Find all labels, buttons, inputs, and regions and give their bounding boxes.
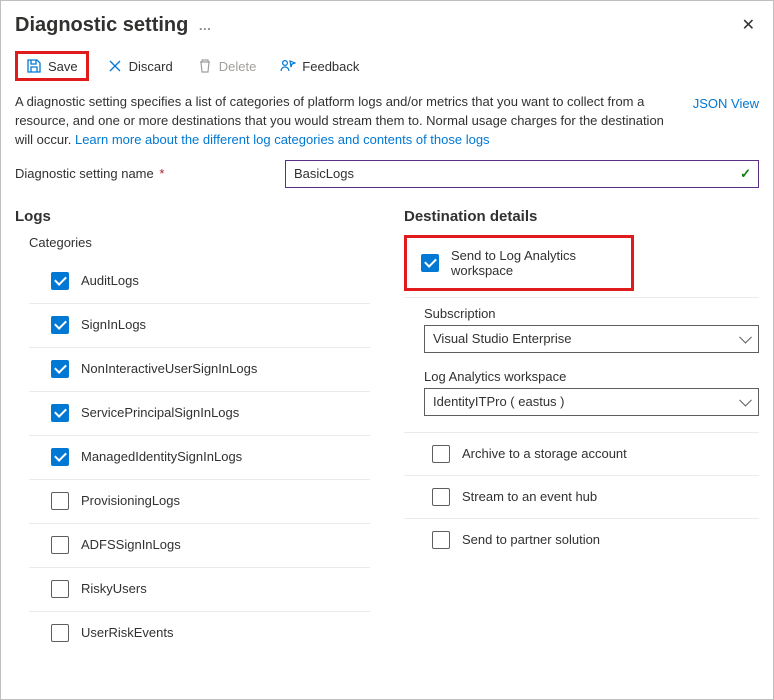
category-managedidentity[interactable]: ManagedIdentitySignInLogs — [29, 436, 370, 480]
checkbox-noninteractive[interactable] — [51, 360, 69, 378]
stream-eventhub-row[interactable]: Stream to an event hub — [404, 475, 759, 519]
json-view-link[interactable]: JSON View — [693, 95, 759, 114]
save-label: Save — [48, 59, 78, 74]
subscription-label: Subscription — [424, 306, 759, 321]
category-label: AuditLogs — [81, 273, 139, 288]
category-auditlogs[interactable]: AuditLogs — [29, 260, 370, 304]
checkbox-auditlogs[interactable] — [51, 272, 69, 290]
setting-name-label: Diagnostic setting name * — [15, 166, 275, 181]
checkbox-provisioninglogs[interactable] — [51, 492, 69, 510]
category-adfssigninlogs[interactable]: ADFSSignInLogs — [29, 524, 370, 568]
save-icon — [26, 58, 42, 74]
category-userriskevents[interactable]: UserRiskEvents — [29, 612, 370, 655]
category-signinlogs[interactable]: SignInLogs — [29, 304, 370, 348]
category-label: NonInteractiveUserSignInLogs — [81, 361, 257, 376]
category-provisioninglogs[interactable]: ProvisioningLogs — [29, 480, 370, 524]
discard-icon — [107, 58, 123, 74]
delete-button: Delete — [193, 54, 263, 78]
checkbox-storage[interactable] — [432, 445, 450, 463]
checkbox-userriskevents[interactable] — [51, 624, 69, 642]
archive-storage-row[interactable]: Archive to a storage account — [404, 432, 759, 476]
valid-check-icon: ✓ — [740, 166, 751, 182]
checkbox-managedidentity[interactable] — [51, 448, 69, 466]
feedback-icon — [280, 58, 296, 74]
storage-label: Archive to a storage account — [462, 446, 627, 461]
workspace-value: IdentityITPro ( eastus ) — [433, 394, 565, 409]
discard-label: Discard — [129, 59, 173, 74]
subscription-value: Visual Studio Enterprise — [433, 331, 572, 346]
category-label: RiskyUsers — [81, 581, 147, 596]
category-label: ManagedIdentitySignInLogs — [81, 449, 242, 464]
more-menu-icon[interactable]: … — [198, 18, 212, 33]
checkbox-adfssigninlogs[interactable] — [51, 536, 69, 554]
delete-label: Delete — [219, 59, 257, 74]
learn-more-link[interactable]: Learn more about the different log categ… — [75, 132, 490, 147]
save-button[interactable]: Save — [15, 51, 89, 81]
setting-name-input[interactable] — [285, 160, 759, 188]
partner-label: Send to partner solution — [462, 532, 600, 547]
required-indicator: * — [159, 166, 164, 181]
checkbox-signinlogs[interactable] — [51, 316, 69, 334]
destination-heading: Destination details — [404, 208, 759, 225]
delete-icon — [197, 58, 213, 74]
close-icon[interactable]: ✕ — [738, 11, 759, 39]
checkbox-serviceprincipal[interactable] — [51, 404, 69, 422]
log-analytics-label: Send to Log Analytics workspace — [451, 248, 617, 278]
category-label: UserRiskEvents — [81, 625, 173, 640]
category-label: ADFSSignInLogs — [81, 537, 181, 552]
subscription-select[interactable]: Visual Studio Enterprise — [424, 325, 759, 353]
send-log-analytics-row[interactable]: Send to Log Analytics workspace — [404, 235, 634, 291]
setting-name-label-text: Diagnostic setting name — [15, 166, 154, 181]
logs-heading: Logs — [15, 208, 370, 225]
toolbar: Save Discard Delete Feedback — [1, 39, 773, 89]
discard-button[interactable]: Discard — [103, 54, 179, 78]
feedback-label: Feedback — [302, 59, 359, 74]
category-riskyusers[interactable]: RiskyUsers — [29, 568, 370, 612]
checkbox-log-analytics[interactable] — [421, 254, 439, 272]
page-title: Diagnostic setting — [15, 14, 188, 37]
category-label: SignInLogs — [81, 317, 146, 332]
category-label: ServicePrincipalSignInLogs — [81, 405, 239, 420]
description-text: A diagnostic setting specifies a list of… — [15, 93, 673, 150]
feedback-button[interactable]: Feedback — [276, 54, 365, 78]
checkbox-riskyusers[interactable] — [51, 580, 69, 598]
category-label: ProvisioningLogs — [81, 493, 180, 508]
workspace-select[interactable]: IdentityITPro ( eastus ) — [424, 388, 759, 416]
category-serviceprincipal[interactable]: ServicePrincipalSignInLogs — [29, 392, 370, 436]
checkbox-partner[interactable] — [432, 531, 450, 549]
category-noninteractive[interactable]: NonInteractiveUserSignInLogs — [29, 348, 370, 392]
workspace-label: Log Analytics workspace — [424, 369, 759, 384]
partner-solution-row[interactable]: Send to partner solution — [404, 518, 759, 561]
categories-heading: Categories — [29, 235, 370, 250]
checkbox-eventhub[interactable] — [432, 488, 450, 506]
eventhub-label: Stream to an event hub — [462, 489, 597, 504]
